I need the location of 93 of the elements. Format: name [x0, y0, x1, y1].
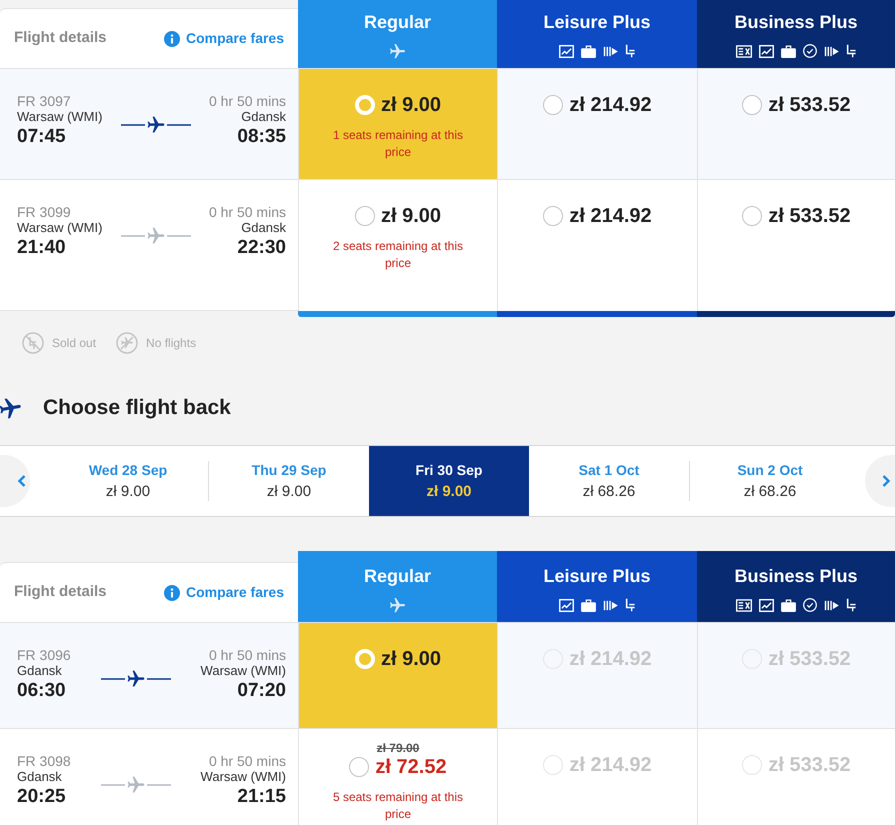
arrival-time: 21:15 [237, 785, 286, 809]
fare-name: Business Plus [734, 11, 858, 33]
legend-label: Sold out [52, 334, 96, 352]
check-circle-icon [803, 598, 817, 612]
fare-name: Regular [364, 11, 432, 33]
radio-button[interactable] [742, 95, 762, 115]
seats-remaining-note: 2 seats remaining at this price [332, 238, 464, 272]
suitcase-icon [781, 598, 796, 612]
queue-icon [603, 46, 618, 56]
chart-card-icon [759, 598, 774, 612]
card-icon [736, 598, 752, 612]
chart-card-icon [559, 598, 574, 612]
queue-icon [603, 600, 618, 610]
fare-price: zł 9.00 [380, 647, 442, 671]
seat-icon [846, 44, 856, 58]
chart-card-icon [759, 44, 774, 58]
card-icon [736, 44, 752, 58]
fare-price: zł 72.52 [375, 755, 447, 779]
chart-card-icon [559, 44, 574, 58]
flight-number: FR 3096 [17, 647, 71, 663]
departure-time: 07:45 [17, 125, 67, 149]
seat-icon [625, 44, 635, 58]
destination-airport: Gdansk [241, 220, 286, 236]
departure-time: 21:40 [17, 236, 67, 260]
fare-price: zł 533.52 [768, 93, 851, 117]
origin-airport: Gdansk [17, 663, 63, 679]
next-button[interactable] [865, 455, 895, 507]
seat-icon [625, 598, 635, 612]
seat-crossed-icon [22, 332, 44, 354]
section-heading: Choose flight back [43, 395, 231, 422]
arrival-time: 08:35 [237, 125, 286, 149]
radio-button[interactable] [543, 95, 564, 115]
suitcase-icon [581, 44, 596, 58]
seats-remaining-note: 1 seats remaining at this price [332, 127, 464, 161]
fare-price: zł 9.00 [380, 93, 442, 117]
arrival-time: 22:30 [237, 236, 286, 260]
compare-fares-link[interactable]: Compare fares [164, 28, 284, 49]
queue-icon [824, 600, 839, 610]
chevron-right-icon [881, 474, 891, 488]
fare-price: zł 533.52 [768, 753, 851, 777]
flight-duration: 0 hr 50 mins [208, 204, 286, 220]
suitcase-icon [781, 44, 796, 58]
plane-route-icon [100, 669, 171, 689]
seat-icon [846, 598, 856, 612]
plane-icon [390, 44, 405, 58]
origin-airport: Gdansk [17, 769, 63, 785]
plane-route-icon [120, 115, 191, 135]
flight-number: FR 3098 [17, 753, 71, 769]
fare-price: zł 9.00 [380, 204, 442, 228]
table-title: Flight details [14, 582, 107, 602]
destination-airport: Warsaw (WMI) [200, 663, 286, 679]
plane-route-icon [100, 775, 171, 795]
fare-price: zł 214.92 [569, 753, 652, 777]
flight-number: FR 3099 [17, 204, 72, 220]
table-title: Flight details [14, 28, 107, 48]
plane-route-icon [120, 226, 191, 246]
plane-crossed-icon [116, 332, 138, 354]
destination-airport: Gdansk [241, 109, 286, 125]
queue-icon [824, 46, 839, 56]
legend-label: No flights [146, 334, 196, 352]
radio-button[interactable] [742, 206, 762, 226]
radio-button[interactable] [349, 757, 370, 777]
check-circle-icon [803, 44, 817, 58]
compare-fares-link[interactable]: Compare fares [164, 582, 284, 603]
flight-number: FR 3097 [17, 93, 72, 109]
origin-airport: Warsaw (WMI) [17, 109, 102, 125]
plane-icon [390, 598, 405, 612]
fare-name: Business Plus [734, 565, 858, 587]
arrival-time: 07:20 [237, 679, 286, 703]
previous-button[interactable] [0, 455, 30, 507]
radio-button[interactable] [354, 206, 375, 226]
flight-duration: 0 hr 50 mins [208, 93, 286, 109]
info-icon [164, 30, 180, 46]
seats-remaining-note: 5 seats remaining at this price [332, 789, 464, 823]
date-tab[interactable]: Fri 30 Sep zł 9.00 [369, 446, 529, 516]
fare-name: Regular [364, 565, 432, 587]
departure-time: 06:30 [17, 679, 67, 703]
origin-airport: Warsaw (WMI) [17, 220, 102, 236]
old-price: zł 79.00 [376, 741, 420, 755]
departure-time: 20:25 [17, 785, 67, 809]
flight-duration: 0 hr 50 mins [208, 647, 286, 663]
flight-duration: 0 hr 50 mins [208, 753, 286, 769]
fare-price: zł 214.92 [569, 93, 652, 117]
chevron-left-icon [17, 474, 27, 488]
fare-price: zł 214.92 [569, 204, 652, 228]
fare-price: zł 533.52 [768, 204, 851, 228]
fare-name: Leisure Plus [543, 11, 651, 33]
fare-name: Leisure Plus [543, 565, 651, 587]
radio-button[interactable] [543, 206, 564, 226]
plane-icon [0, 398, 21, 418]
info-icon [164, 584, 180, 600]
destination-airport: Warsaw (WMI) [200, 769, 286, 785]
suitcase-icon [581, 598, 596, 612]
